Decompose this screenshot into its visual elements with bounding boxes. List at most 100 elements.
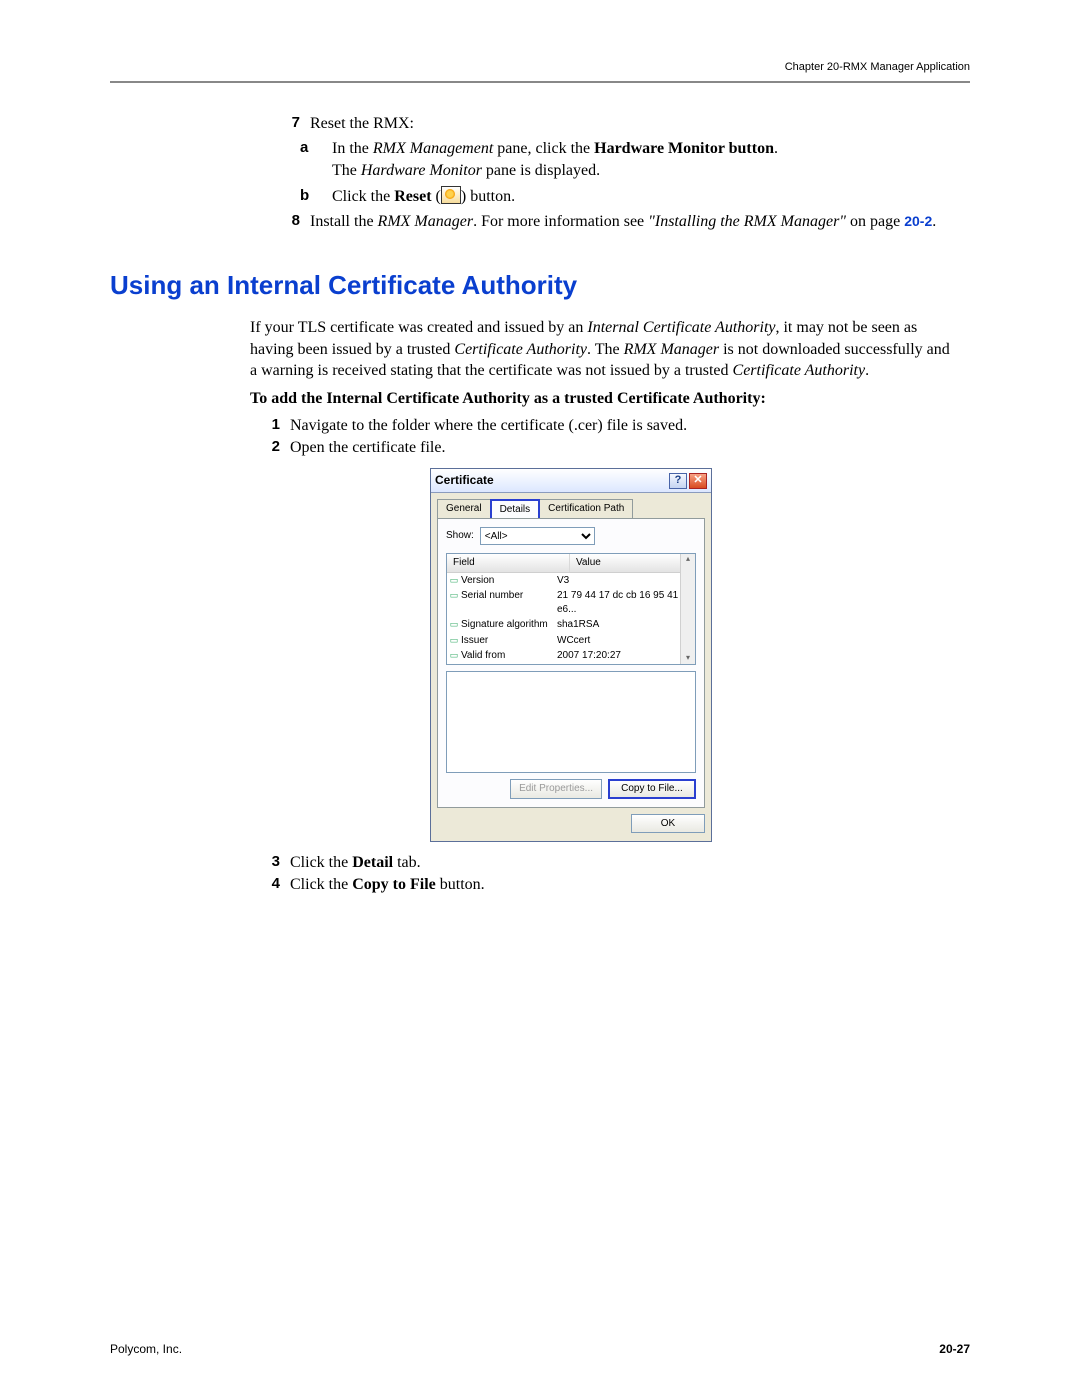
cell-value: 2012 17:20:27 (557, 665, 695, 666)
intro-paragraph: If your TLS certificate was created and … (250, 317, 960, 382)
step-8-number: 8 (270, 211, 310, 233)
t: . (932, 213, 936, 230)
footer-company: Polycom, Inc. (110, 1341, 182, 1357)
certificate-dialog: Certificate ? ✕ General Details Certific… (430, 468, 712, 842)
cell-field: Issuer (461, 634, 557, 648)
field-icon: ▭ (447, 589, 461, 616)
header-rule (110, 81, 970, 83)
page-xref[interactable]: 20-2 (904, 213, 932, 229)
scroll-down-icon[interactable]: ▾ (686, 653, 690, 664)
table-row[interactable]: ▭IssuerWCcert (447, 633, 695, 649)
t: ) button. (461, 188, 515, 205)
proc-4-text: Click the Copy to File button. (290, 874, 960, 896)
cell-value: 2007 17:20:27 (557, 649, 695, 663)
cell-field: Valid from (461, 649, 557, 663)
reset-icon (441, 186, 461, 204)
t: RMX Management (373, 140, 493, 157)
cell-value: V3 (557, 574, 695, 588)
t: In the (332, 140, 373, 157)
close-button[interactable]: ✕ (689, 473, 707, 489)
scroll-up-icon[interactable]: ▴ (686, 554, 690, 565)
t: on page (846, 213, 904, 230)
dialog-titlebar[interactable]: Certificate ? ✕ (431, 469, 711, 492)
proc-3-text: Click the Detail tab. (290, 852, 960, 874)
t: Detail (352, 854, 393, 871)
cell-value: sha1RSA (557, 618, 695, 632)
show-label: Show: (446, 529, 474, 543)
t: "Installing the RMX Manager" (648, 213, 846, 230)
step-8-body: Install the RMX Manager. For more inform… (310, 211, 970, 233)
table-row[interactable]: ▭VersionV3 (447, 573, 695, 589)
field-icon: ▭ (447, 618, 461, 632)
copy-to-file-button[interactable]: Copy to File... (608, 779, 696, 799)
column-value[interactable]: Value (570, 554, 695, 572)
tab-certification-path[interactable]: Certification Path (539, 499, 633, 519)
t: The (332, 162, 361, 179)
header-chapter: Chapter 20-RMX Manager Application (110, 60, 970, 75)
step-7-text: Reset the RMX: (310, 113, 970, 135)
t: pane, click the (493, 140, 594, 157)
proc-3-num: 3 (250, 852, 290, 874)
proc-4-num: 4 (250, 874, 290, 896)
t: Copy to File (352, 876, 436, 893)
edit-properties-button: Edit Properties... (510, 779, 602, 799)
table-row[interactable]: ▭ Valid from2007 17:20:27 (447, 648, 695, 664)
column-field[interactable]: Field (447, 554, 570, 572)
help-button[interactable]: ? (669, 473, 687, 489)
t: Hardware Monitor (361, 162, 482, 179)
t: . The (587, 341, 624, 358)
t: . (865, 362, 869, 379)
cell-field: Signature algorithm (461, 618, 557, 632)
t: Install the (310, 213, 378, 230)
step-7a-body: In the RMX Management pane, click the Ha… (332, 138, 970, 181)
cell-field: Version (461, 574, 557, 588)
ok-button[interactable]: OK (631, 814, 705, 834)
proc-1-num: 1 (250, 415, 290, 437)
t: ( (432, 188, 441, 205)
table-row[interactable]: ▭Serial number21 79 44 17 dc cb 16 95 41… (447, 588, 695, 617)
t: pane is displayed. (482, 162, 600, 179)
tab-page: Show: <All> Field Value ▭VersionV3 ▭Seri… (437, 518, 705, 808)
proc-1-text: Navigate to the folder where the certifi… (290, 415, 960, 437)
dialog-title: Certificate (435, 472, 494, 488)
t: If your TLS certificate was created and … (250, 319, 587, 336)
field-icon: ▭ (447, 665, 461, 666)
footer-page-number: 20-27 (939, 1341, 970, 1357)
tab-general[interactable]: General (437, 499, 491, 519)
table-row[interactable]: ▭Signature algorithmsha1RSA (447, 617, 695, 633)
step-7a-letter: a (300, 138, 332, 181)
step-7b-body: Click the Reset () button. (332, 186, 970, 208)
cell-value: WCcert (557, 634, 695, 648)
cell-value: 21 79 44 17 dc cb 16 95 41 e6... (557, 589, 695, 616)
t: Hardware Monitor button (594, 140, 774, 157)
proc-2-num: 2 (250, 437, 290, 459)
t: . For more information see (473, 213, 648, 230)
t: Click the (332, 188, 394, 205)
t: Click the (290, 876, 352, 893)
t: . (774, 140, 778, 157)
cell-field: Valid to (461, 665, 557, 666)
t: Certificate Authority (454, 341, 587, 358)
t: RMX Manager (624, 341, 720, 358)
field-icon: ▭ (447, 649, 461, 663)
t: Internal Certificate Authority (587, 319, 775, 336)
scrollbar[interactable]: ▴▾ (680, 554, 695, 664)
t: Certificate Authority (733, 362, 866, 379)
fields-grid[interactable]: Field Value ▭VersionV3 ▭Serial number21 … (446, 553, 696, 665)
detail-value-box (446, 671, 696, 773)
field-icon: ▭ (447, 574, 461, 588)
t: Click the (290, 854, 352, 871)
table-row[interactable]: ▭Valid to2012 17:20:27 (447, 664, 695, 666)
t: tab. (393, 854, 421, 871)
step-7b-letter: b (300, 186, 332, 208)
cell-field: Serial number (461, 589, 557, 616)
section-heading: Using an Internal Certificate Authority (110, 268, 970, 303)
field-icon: ▭ (447, 634, 461, 648)
procedure-title: To add the Internal Certificate Authorit… (250, 388, 960, 410)
t: button. (436, 876, 485, 893)
proc-2-text: Open the certificate file. (290, 437, 960, 459)
tab-details[interactable]: Details (490, 499, 541, 519)
t: RMX Manager (378, 213, 474, 230)
show-select[interactable]: <All> (480, 527, 595, 545)
step-7-number: 7 (270, 113, 310, 135)
